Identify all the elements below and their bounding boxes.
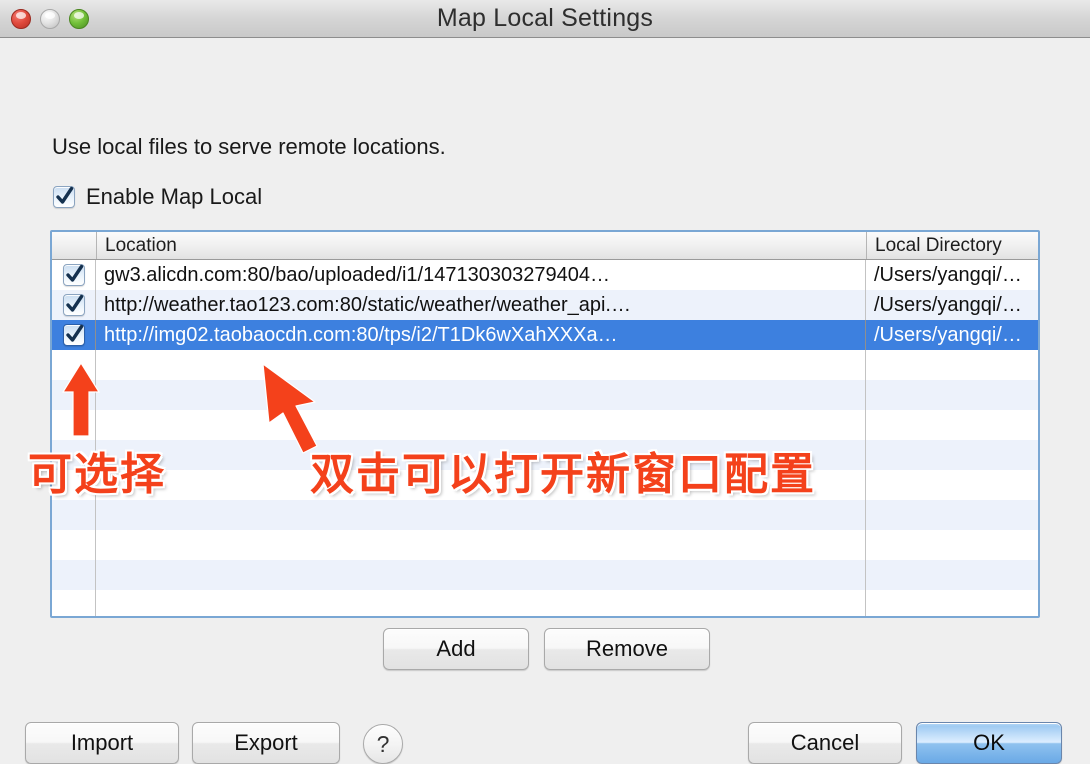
row-checkbox-cell[interactable]	[52, 260, 96, 290]
add-button[interactable]: Add	[383, 628, 529, 670]
empty-cell	[96, 350, 866, 380]
empty-cell	[52, 410, 96, 440]
dialog-content: Use local files to serve remote location…	[0, 38, 1090, 764]
empty-cell	[96, 380, 866, 410]
column-header-local-directory[interactable]: Local Directory	[866, 232, 1038, 259]
empty-cell	[52, 440, 96, 470]
row-checkbox-cell[interactable]	[52, 290, 96, 320]
remove-button[interactable]: Remove	[544, 628, 710, 670]
empty-cell	[96, 590, 866, 616]
checkmark-icon	[65, 264, 83, 282]
ok-button[interactable]: OK	[916, 722, 1062, 764]
row-local-directory[interactable]: /Users/yangqi/…	[866, 290, 1038, 320]
cancel-button[interactable]: Cancel	[748, 722, 902, 764]
empty-row[interactable]	[52, 410, 1038, 440]
empty-cell	[52, 470, 96, 500]
empty-cell	[866, 410, 1038, 440]
row-location[interactable]: http://weather.tao123.com:80/static/weat…	[96, 290, 866, 320]
window-title: Map Local Settings	[436, 4, 654, 32]
empty-cell	[866, 380, 1038, 410]
row-local-directory[interactable]: /Users/yangqi/…	[866, 260, 1038, 290]
table-row-selected[interactable]: http://img02.taobaocdn.com:80/tps/i2/T1D…	[52, 320, 1038, 350]
row-checkbox[interactable]	[62, 324, 85, 346]
empty-row[interactable]	[52, 470, 1038, 500]
empty-cell	[96, 530, 866, 560]
checkmark-icon	[65, 294, 83, 312]
row-local-directory[interactable]: /Users/yangqi/…	[866, 320, 1038, 350]
table-header-row: Location Local Directory	[52, 232, 1038, 260]
empty-cell	[96, 440, 866, 470]
empty-row[interactable]	[52, 560, 1038, 590]
export-button[interactable]: Export	[192, 722, 340, 764]
enable-map-local-checkbox[interactable]	[53, 186, 75, 208]
column-header-checkbox[interactable]	[52, 232, 96, 259]
empty-cell	[866, 590, 1038, 616]
empty-cell	[96, 560, 866, 590]
empty-cell	[96, 410, 866, 440]
empty-cell	[52, 350, 96, 380]
empty-cell	[866, 470, 1038, 500]
title-bar: Map Local Settings	[0, 0, 1090, 38]
empty-cell	[52, 530, 96, 560]
empty-row[interactable]	[52, 500, 1038, 530]
enable-map-local-label: Enable Map Local	[86, 184, 263, 209]
row-location[interactable]: gw3.alicdn.com:80/bao/uploaded/i1/147130…	[96, 260, 866, 290]
empty-cell	[52, 590, 96, 616]
empty-cell	[96, 500, 866, 530]
empty-cell	[96, 470, 866, 500]
empty-cell	[52, 560, 96, 590]
row-location[interactable]: http://img02.taobaocdn.com:80/tps/i2/T1D…	[96, 320, 866, 350]
row-checkbox[interactable]	[62, 264, 85, 286]
table-row[interactable]: http://weather.tao123.com:80/static/weat…	[52, 290, 1038, 320]
table-row[interactable]: gw3.alicdn.com:80/bao/uploaded/i1/147130…	[52, 260, 1038, 290]
checkmark-icon	[65, 324, 83, 342]
empty-cell	[866, 440, 1038, 470]
empty-cell	[866, 350, 1038, 380]
help-button[interactable]: ?	[363, 724, 403, 764]
column-header-location[interactable]: Location	[96, 232, 866, 259]
map-local-settings-window: Map Local Settings Use local files to se…	[0, 0, 1090, 764]
empty-row[interactable]	[52, 380, 1038, 410]
mappings-table[interactable]: Location Local Directory gw3.alicdn.com:…	[50, 230, 1040, 618]
intro-text: Use local files to serve remote location…	[52, 134, 446, 159]
empty-row[interactable]	[52, 440, 1038, 470]
import-button[interactable]: Import	[25, 722, 179, 764]
empty-cell	[866, 530, 1038, 560]
row-checkbox-cell[interactable]	[52, 320, 96, 350]
empty-cell	[866, 500, 1038, 530]
enable-map-local-row[interactable]: Enable Map Local	[53, 184, 262, 210]
empty-cell	[52, 500, 96, 530]
empty-row[interactable]	[52, 350, 1038, 380]
empty-row[interactable]	[52, 530, 1038, 560]
empty-cell	[866, 560, 1038, 590]
checkmark-icon	[56, 186, 74, 204]
row-checkbox[interactable]	[62, 294, 85, 316]
empty-cell	[52, 380, 96, 410]
empty-row[interactable]	[52, 590, 1038, 616]
